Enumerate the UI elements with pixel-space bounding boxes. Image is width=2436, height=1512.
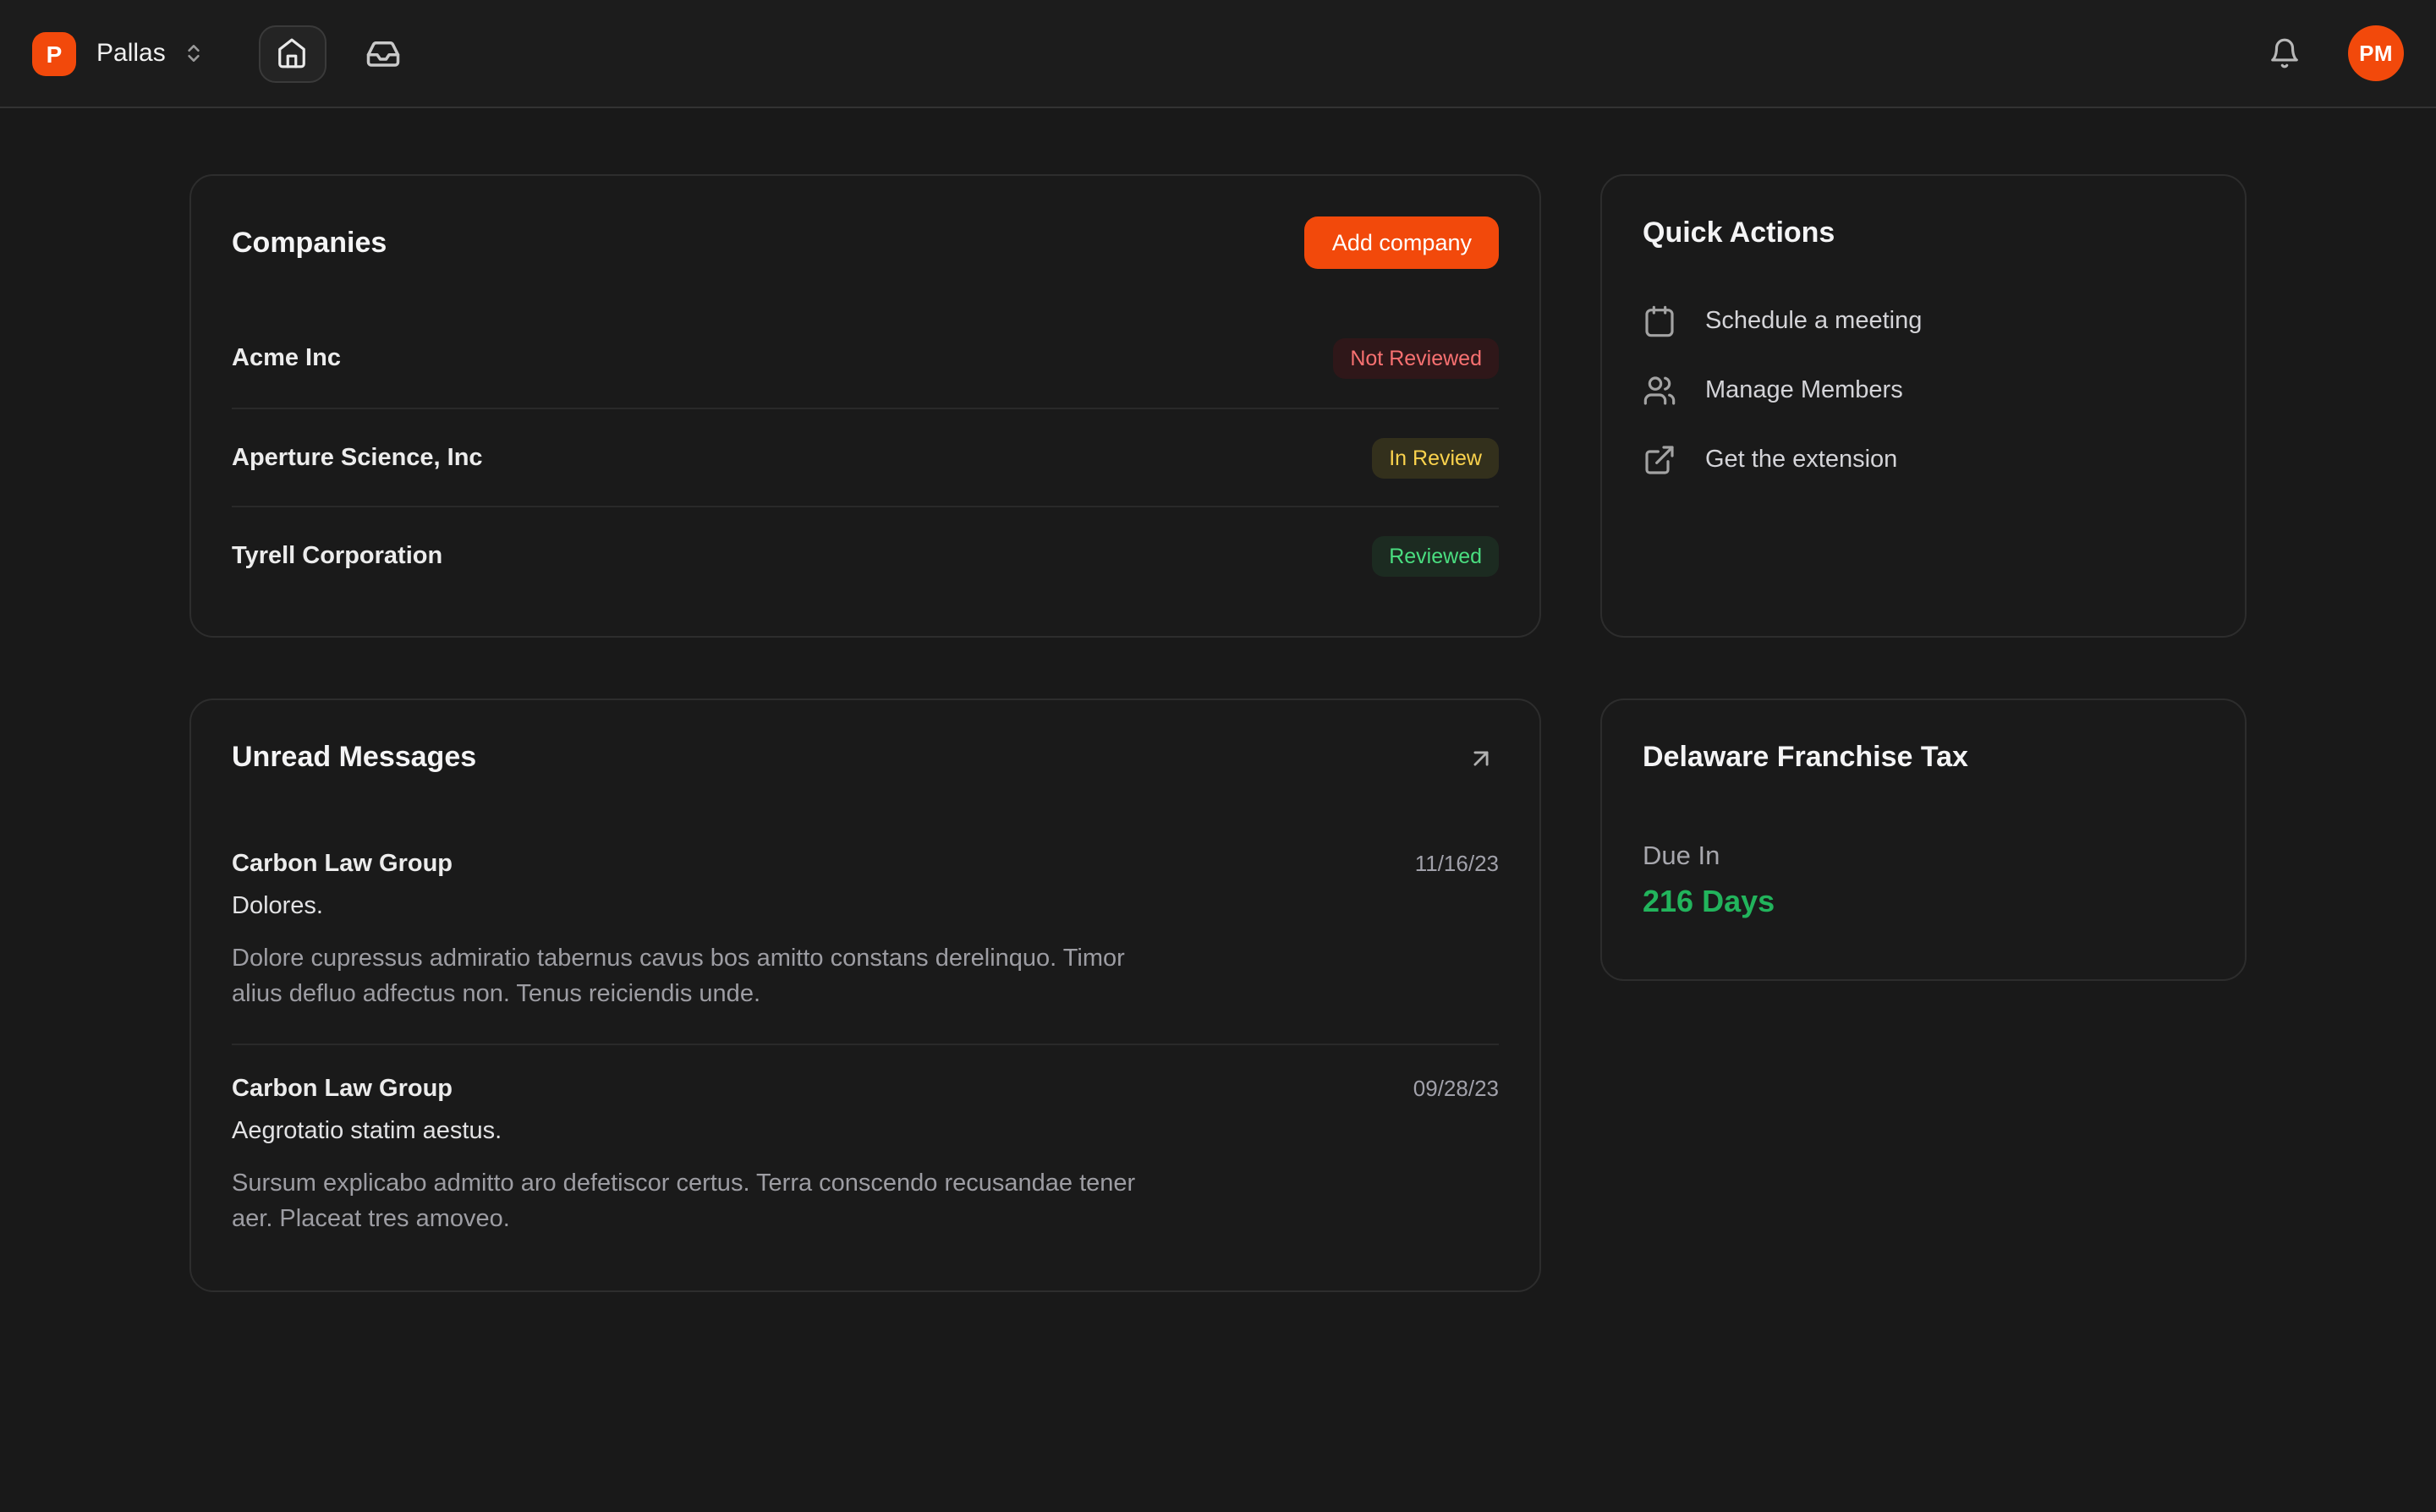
workspace-name: Pallas bbox=[96, 39, 166, 68]
quick-action-label: Manage Members bbox=[1705, 377, 1903, 404]
quick-actions-card: Quick Actions Schedule a meeting bbox=[1600, 174, 2247, 638]
franchise-tax-title: Delaware Franchise Tax bbox=[1643, 741, 2204, 775]
company-name: Tyrell Corporation bbox=[232, 542, 442, 569]
dashboard-page: P Pallas bbox=[0, 0, 2436, 1512]
message-divider bbox=[232, 1044, 1499, 1045]
user-avatar[interactable]: PM bbox=[2348, 25, 2404, 81]
quick-actions-list: Schedule a meeting Manage Members bbox=[1643, 304, 2204, 477]
quick-action-manage-members[interactable]: Manage Members bbox=[1643, 374, 2204, 408]
message-list: Carbon Law Group 11/16/23 Dolores. Dolor… bbox=[232, 851, 1499, 1238]
main-content: Companies Add company Acme Inc Not Revie… bbox=[0, 108, 2436, 1292]
users-icon bbox=[1643, 374, 1676, 408]
companies-card: Companies Add company Acme Inc Not Revie… bbox=[189, 174, 1541, 638]
company-row[interactable]: Acme Inc Not Reviewed bbox=[232, 310, 1499, 408]
quick-actions-title: Quick Actions bbox=[1643, 216, 2204, 250]
notifications-button[interactable] bbox=[2258, 27, 2311, 79]
message-item[interactable]: Carbon Law Group 09/28/23 Aegrotatio sta… bbox=[232, 1076, 1499, 1238]
top-bar: P Pallas bbox=[0, 0, 2436, 108]
workspace-logo-letter: P bbox=[47, 40, 63, 67]
bell-icon bbox=[2269, 37, 2301, 69]
company-name: Acme Inc bbox=[232, 345, 341, 372]
calendar-icon bbox=[1643, 304, 1676, 338]
message-date: 11/16/23 bbox=[1415, 851, 1499, 876]
quick-action-get-extension[interactable]: Get the extension bbox=[1643, 443, 2204, 477]
unread-messages-card: Unread Messages Carbon Law Group 11 bbox=[189, 698, 1541, 1292]
external-link-icon bbox=[1643, 443, 1676, 477]
company-list: Acme Inc Not Reviewed Aperture Science, … bbox=[232, 310, 1499, 604]
status-badge: Not Reviewed bbox=[1333, 338, 1499, 379]
tax-due-value: 216 Days bbox=[1643, 885, 2204, 920]
nav-inbox-button[interactable] bbox=[350, 25, 418, 82]
home-icon bbox=[277, 37, 309, 69]
quick-action-label: Schedule a meeting bbox=[1705, 308, 1922, 335]
message-date: 09/28/23 bbox=[1413, 1076, 1499, 1101]
message-body: Dolore cupressus admiratio tabernus cavu… bbox=[232, 942, 1166, 1013]
primary-nav bbox=[259, 25, 418, 82]
franchise-tax-card: Delaware Franchise Tax Due In 216 Days bbox=[1600, 698, 2247, 981]
message-sender: Carbon Law Group bbox=[232, 851, 453, 878]
tax-due-label: Due In bbox=[1643, 842, 2204, 873]
workspace-logo: P bbox=[32, 31, 76, 75]
user-avatar-initials: PM bbox=[2359, 41, 2393, 66]
arrow-up-right-icon bbox=[1467, 744, 1495, 773]
unread-messages-title: Unread Messages bbox=[232, 741, 476, 775]
message-subject: Aegrotatio statim aestus. bbox=[232, 1118, 1499, 1145]
message-body: Sursum explicabo admitto aro defetiscor … bbox=[232, 1167, 1166, 1238]
status-badge: Reviewed bbox=[1372, 535, 1499, 576]
company-name: Aperture Science, Inc bbox=[232, 444, 483, 471]
inbox-icon bbox=[366, 36, 402, 71]
companies-title: Companies bbox=[232, 226, 387, 260]
add-company-button[interactable]: Add company bbox=[1305, 216, 1499, 269]
quick-action-label: Get the extension bbox=[1705, 446, 1897, 474]
chevrons-up-down-icon bbox=[183, 42, 205, 64]
company-row[interactable]: Tyrell Corporation Reviewed bbox=[232, 506, 1499, 604]
workspace-switcher[interactable]: P Pallas bbox=[32, 31, 205, 75]
nav-home-button[interactable] bbox=[259, 25, 326, 82]
status-badge: In Review bbox=[1372, 437, 1499, 478]
message-item[interactable]: Carbon Law Group 11/16/23 Dolores. Dolor… bbox=[232, 851, 1499, 1013]
company-row[interactable]: Aperture Science, Inc In Review bbox=[232, 408, 1499, 506]
message-subject: Dolores. bbox=[232, 893, 1499, 920]
quick-action-schedule-meeting[interactable]: Schedule a meeting bbox=[1643, 304, 2204, 338]
open-messages-button[interactable] bbox=[1463, 741, 1499, 776]
message-sender: Carbon Law Group bbox=[232, 1076, 453, 1103]
